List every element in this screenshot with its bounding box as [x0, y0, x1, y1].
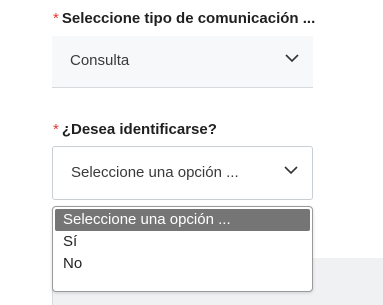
tipo-comunicacion-label-text: Seleccione tipo de comunicación ...: [61, 10, 316, 27]
chevron-down-icon: [285, 54, 299, 63]
identificarse-label: * ¿Desea identificarse?: [53, 121, 217, 139]
dropdown-option-no[interactable]: No: [53, 253, 312, 275]
required-mark: *: [53, 10, 59, 27]
dropdown-option-si[interactable]: Sí: [53, 231, 312, 253]
identificarse-dropdown-list[interactable]: Seleccione una opción ... Sí No: [52, 206, 313, 292]
tipo-comunicacion-label: * Seleccione tipo de comunicación ...: [53, 10, 315, 28]
identificarse-label-text: ¿Desea identificarse?: [61, 121, 217, 138]
chevron-down-icon: [284, 166, 298, 175]
tipo-comunicacion-select[interactable]: Consulta: [52, 36, 313, 88]
identificarse-select[interactable]: Seleccione una opción ...: [52, 146, 313, 200]
required-mark: *: [53, 121, 59, 138]
dropdown-option-placeholder[interactable]: Seleccione una opción ...: [55, 209, 310, 231]
identificarse-value: Seleccione una opción ...: [71, 164, 239, 181]
tipo-comunicacion-value: Consulta: [70, 52, 130, 69]
